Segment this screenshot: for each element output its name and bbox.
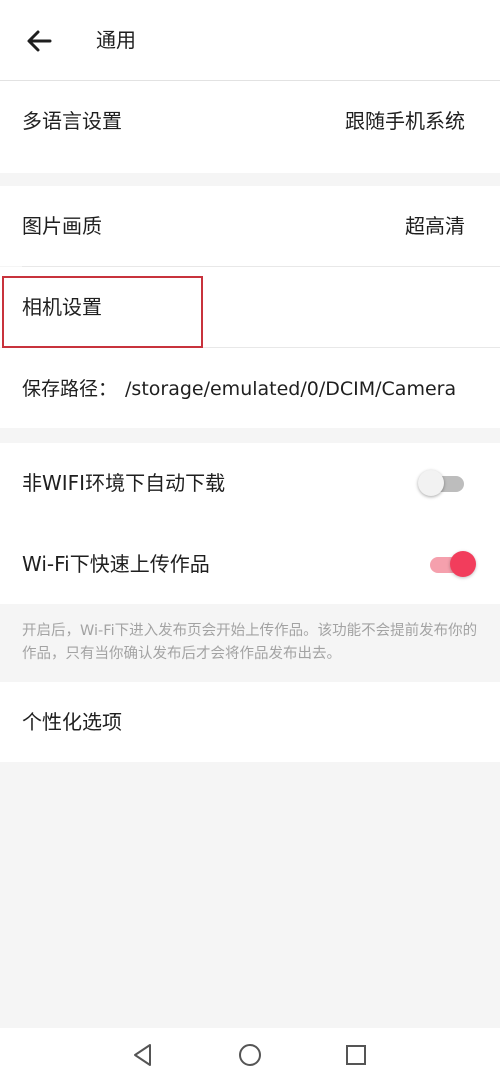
nav-recents-icon[interactable] [341,1040,371,1070]
personalization-label: 个性化选项 [22,710,122,734]
image-quality-value: 超高清 [405,214,465,238]
save-path-value: /storage/emulated/0/DCIM/Camera [125,378,457,400]
wifi-fast-upload-toggle[interactable] [428,548,476,578]
toggle-knob [450,551,476,577]
language-setting-label: 多语言设置 [22,109,122,133]
save-path: 保存路径： /storage/emulated/0/DCIM/Camera [22,375,456,403]
language-setting-row[interactable]: 多语言设置 跟随手机系统 [0,81,500,173]
personalization-row[interactable]: 个性化选项 [0,682,500,762]
image-quality-label: 图片画质 [22,214,102,238]
auto-download-label: 非WIFI环境下自动下载 [22,471,226,495]
app-header: 通用 [0,0,500,81]
auto-download-toggle[interactable] [418,467,466,497]
arrow-left-icon[interactable] [22,24,56,58]
page-title: 通用 [96,28,136,52]
save-path-row: 保存路径： /storage/emulated/0/DCIM/Camera [0,348,500,428]
nav-back-icon[interactable] [128,1040,158,1070]
wifi-fast-upload-row: Wi-Fi下快速上传作品 [0,523,500,604]
system-navigation-bar [0,1028,500,1083]
image-quality-row[interactable]: 图片画质 超高清 [0,186,500,266]
language-setting-value: 跟随手机系统 [345,109,465,133]
nav-home-icon[interactable] [235,1040,265,1070]
auto-download-row: 非WIFI环境下自动下载 [0,443,500,523]
toggle-knob [418,470,444,496]
save-path-label: 保存路径： [22,378,118,400]
camera-settings-highlight [2,276,203,348]
wifi-fast-upload-label: Wi-Fi下快速上传作品 [22,552,210,576]
wifi-upload-note: 开启后，Wi-Fi下进入发布页会开始上传作品。该功能不会提前发布你的作品，只有当… [22,623,478,662]
